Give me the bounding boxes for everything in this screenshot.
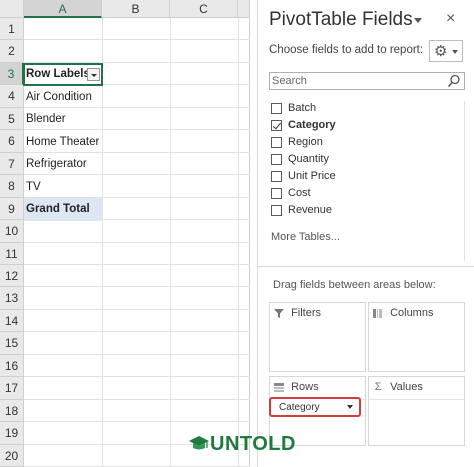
row-header[interactable]: 2 [0, 40, 24, 63]
cell-a5[interactable]: Blender [26, 113, 66, 125]
row-header[interactable]: 1 [0, 18, 24, 40]
field-label: Region [288, 136, 323, 148]
field-settings-button[interactable]: ⚙ [429, 40, 463, 62]
filter-icon [274, 308, 284, 318]
cell-a6[interactable]: Home Theater [26, 136, 99, 148]
column-header-b[interactable]: B [102, 0, 170, 18]
field-label: Cost [288, 187, 311, 199]
columns-area-header: Columns [372, 307, 433, 321]
row-header[interactable]: 14 [0, 310, 24, 332]
row-header[interactable]: 15 [0, 332, 24, 355]
values-area-label: Values [390, 381, 423, 394]
row-header[interactable]: 13 [0, 287, 24, 310]
row-header[interactable]: 7 [0, 153, 24, 175]
more-tables-link[interactable]: More Tables... [271, 231, 340, 243]
row-header[interactable]: 3 [0, 63, 24, 85]
row-header[interactable]: 11 [0, 243, 24, 265]
search-icon[interactable] [447, 74, 461, 88]
row-header[interactable]: 17 [0, 377, 24, 400]
row-gridline [24, 421, 250, 422]
column-header-d-partial[interactable] [238, 0, 250, 18]
row-header[interactable]: 12 [0, 265, 24, 287]
column-header-c[interactable]: C [170, 0, 238, 18]
row-header[interactable]: 10 [0, 220, 24, 243]
cell-a3-row-labels[interactable]: Row Labels [26, 68, 90, 80]
values-area-header: Σ Values [372, 381, 423, 395]
row-header[interactable]: 20 [0, 445, 24, 467]
cell-a4[interactable]: Air Condition [26, 91, 92, 103]
filters-area[interactable]: Filters [269, 302, 366, 372]
row-gridline [24, 399, 250, 400]
pane-menu-chevron-icon[interactable] [413, 16, 423, 26]
row-gridline [24, 331, 250, 332]
search-input[interactable] [272, 74, 442, 88]
row-gridline [24, 354, 250, 355]
columns-icon [373, 308, 382, 318]
row-gridline [24, 264, 250, 265]
row-gridline [24, 376, 250, 377]
row-labels-filter-button[interactable] [87, 68, 100, 81]
rows-field-category-pill[interactable]: Category [269, 397, 361, 417]
field-list: Batch Category Region Quantity Unit Pric… [269, 101, 465, 261]
field-label: Batch [288, 102, 317, 114]
row-gridline [24, 309, 250, 310]
pane-title: PivotTable Fields [269, 9, 413, 30]
chevron-down-icon[interactable] [347, 405, 353, 409]
select-all-corner[interactable] [0, 0, 24, 18]
row-header[interactable]: 9 [0, 198, 24, 220]
filters-area-label: Filters [291, 307, 322, 320]
columns-area[interactable]: Columns [368, 302, 465, 372]
row-gridline [24, 286, 250, 287]
field-label: Revenue [288, 204, 333, 216]
choose-fields-label: Choose fields to add to report: [269, 44, 424, 56]
search-field[interactable] [269, 72, 465, 90]
gear-icon: ⚙ [434, 43, 448, 60]
graduation-cap-icon [189, 436, 209, 450]
row-header[interactable]: 6 [0, 130, 24, 153]
field-checkbox[interactable] [271, 154, 282, 165]
rows-area-header: Rows [273, 381, 319, 395]
chevron-down-icon [452, 50, 458, 54]
column-header-a[interactable]: A [24, 0, 102, 18]
row-gridline [24, 107, 250, 108]
field-label: Category [288, 119, 336, 131]
field-checkbox[interactable] [271, 171, 282, 182]
row-gridline [24, 39, 250, 40]
row-header[interactable]: 4 [0, 85, 24, 108]
cell-a7[interactable]: Refrigerator [26, 158, 87, 170]
row-gridline [24, 174, 250, 175]
cell-a9-grand-total[interactable]: Grand Total [26, 203, 90, 215]
row-header[interactable]: 8 [0, 175, 24, 198]
field-checkbox[interactable] [271, 103, 282, 114]
rows-icon [274, 382, 284, 392]
sigma-icon: Σ [374, 380, 382, 393]
row-gridline [24, 242, 250, 243]
row-header[interactable]: 5 [0, 108, 24, 130]
row-gridline [24, 129, 250, 130]
field-checkbox[interactable] [271, 137, 282, 148]
columns-area-label: Columns [390, 307, 434, 320]
pane-divider [258, 266, 474, 267]
spreadsheet-grid: A B C 1 2 3 4 5 6 7 8 9 10 11 12 13 14 15 16 17 18 19 20 Ro… [0, 0, 250, 467]
row-header[interactable]: 16 [0, 355, 24, 377]
field-checkbox-checked[interactable] [271, 120, 282, 131]
watermark-text: UNTOLD [210, 433, 296, 455]
close-icon[interactable]: × [446, 10, 455, 28]
field-checkbox[interactable] [271, 188, 282, 199]
drag-fields-label: Drag fields between areas below: [273, 279, 436, 291]
rows-area-label: Rows [291, 381, 319, 394]
field-label: Unit Price [288, 170, 336, 182]
row-header[interactable]: 19 [0, 422, 24, 445]
filters-area-header: Filters [273, 307, 321, 321]
untold-watermark: UNTOLD [188, 432, 295, 456]
field-label: Quantity [288, 153, 329, 165]
row-header[interactable]: 18 [0, 400, 24, 422]
values-area[interactable]: Σ Values [368, 376, 465, 446]
field-checkbox[interactable] [271, 205, 282, 216]
cell-a8[interactable]: TV [26, 181, 41, 193]
pivottable-fields-pane: PivotTable Fields × Choose fields to add… [257, 0, 474, 467]
area-separator [369, 399, 464, 400]
row-gridline [24, 152, 250, 153]
rows-field-label: Category [279, 402, 320, 413]
